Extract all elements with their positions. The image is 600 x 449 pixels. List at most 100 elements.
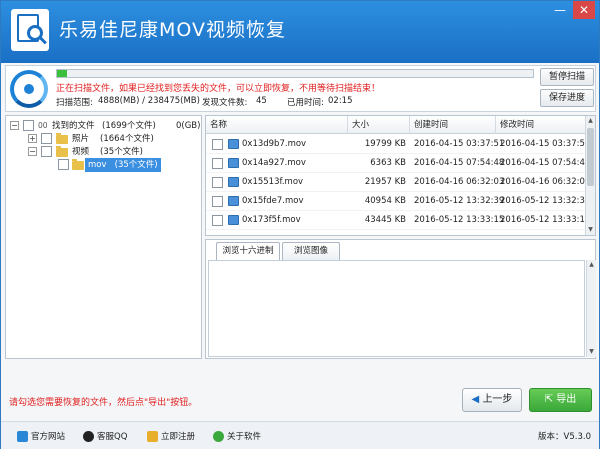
video-file-icon (228, 177, 239, 187)
expand-icon[interactable]: + (28, 134, 37, 143)
file-size: 19799 KB (364, 139, 406, 149)
scan-spinner-icon (10, 70, 48, 108)
file-created: 2016-05-12 13:32:39 (414, 196, 505, 206)
save-progress-button[interactable]: 保存进度 (540, 89, 594, 107)
file-modified: 2016-04-15 03:37:51 (500, 139, 591, 149)
file-row[interactable]: 0x14a927.mov 6363 KB 2016-04-15 07:54:48 20… (206, 154, 590, 173)
file-name: 0x13d9b7.mov (242, 139, 307, 149)
scan-range-value: 4888(MB) / 238475(MB) (98, 96, 200, 106)
folder-tree[interactable]: − 00 找到的文件 (1699个文件) 0(GB) + 照片 (1664个文件… (5, 115, 202, 359)
file-row[interactable]: 0x15513f.mov 21957 KB 2016-04-16 06:32:03 2… (206, 173, 590, 192)
globe-icon (17, 431, 28, 442)
video-file-icon (228, 139, 239, 149)
footer-bar: 官方网站 客服QQ 立即注册 关于软件 版本：V5.3.0 (1, 421, 599, 449)
pause-scan-button[interactable]: 暂停扫描 (540, 68, 594, 86)
file-modified: 2016-05-12 13:33:15 (500, 215, 591, 225)
tree-root-prefix: 00 (38, 121, 48, 130)
tree-root-label: 找到的文件 (52, 121, 95, 131)
about-label: 关于软件 (227, 432, 262, 442)
column-created[interactable]: 创建时间 (410, 116, 496, 134)
file-list-scrollbar[interactable]: ▲ ▼ (585, 116, 595, 235)
file-created: 2016-04-16 06:32:03 (414, 177, 505, 187)
scroll-up-icon[interactable]: ▲ (586, 116, 595, 126)
file-list[interactable]: 名称 大小 创建时间 修改时间 0x13d9b7.mov 19799 KB 2016… (205, 115, 596, 236)
register-link[interactable]: 立即注册 (147, 430, 195, 444)
tree-root-size: 0(GB) (176, 121, 201, 131)
elapsed-time-value: 02:15 (328, 96, 353, 106)
file-name: 0x15fde7.mov (242, 196, 304, 206)
file-checkbox[interactable] (212, 196, 223, 207)
app-title: 乐易佳尼康MOV视频恢复 (59, 19, 287, 41)
file-created: 2016-04-15 07:54:48 (414, 158, 505, 168)
file-row[interactable]: 0x13d9b7.mov 19799 KB 2016-04-15 03:37:51 2… (206, 135, 590, 154)
tree-node-mov[interactable]: mov (35个文件) (10, 158, 200, 172)
scan-message: 正在扫描文件，如果已经找到您丢失的文件，可以立即恢复，不用等待扫描结束！ (56, 84, 381, 94)
previous-step-label: 上一步 (482, 394, 513, 405)
close-button[interactable]: ✕ (573, 1, 595, 19)
file-row[interactable]: 0x173f5f.mov 43445 KB 2016-05-12 13:33:15 2… (206, 211, 590, 230)
export-button[interactable]: ⇱ 导出 (529, 388, 592, 412)
file-name: 0x14a927.mov (242, 158, 306, 168)
tree-checkbox-mov[interactable] (58, 159, 69, 170)
minimize-button[interactable]: — (549, 1, 571, 19)
column-name[interactable]: 名称 (206, 116, 348, 134)
about-link[interactable]: 关于软件 (213, 430, 261, 444)
video-file-icon (228, 158, 239, 168)
scroll-down-icon[interactable]: ▼ (587, 347, 596, 357)
tree-node-photos[interactable]: + 照片 (1664个文件) (10, 132, 200, 146)
video-file-icon (228, 215, 239, 225)
tree-photos-label: 照片 (72, 134, 90, 144)
preview-scrollbar[interactable]: ▲ ▼ (586, 260, 596, 357)
qq-label: 客服QQ (97, 432, 128, 442)
file-size: 21957 KB (364, 177, 406, 187)
file-created: 2016-05-12 13:33:15 (414, 215, 505, 225)
tab-image-view[interactable]: 浏览图像 (282, 242, 340, 260)
export-icon: ⇱ (544, 394, 554, 405)
file-modified: 2016-04-15 07:54:48 (500, 158, 591, 168)
file-checkbox[interactable] (212, 215, 223, 226)
scroll-up-icon[interactable]: ▲ (587, 260, 596, 270)
file-list-header: 名称 大小 创建时间 修改时间 (206, 116, 586, 134)
found-files-label: 发现文件数: (202, 98, 248, 108)
collapse-icon[interactable]: − (10, 121, 19, 130)
file-checkbox[interactable] (212, 139, 223, 150)
column-modified[interactable]: 修改时间 (496, 116, 586, 134)
file-modified: 2016-04-16 06:32:03 (500, 177, 591, 187)
folder-icon (56, 133, 68, 144)
tree-node-root[interactable]: − 00 找到的文件 (1699个文件) 0(GB) (10, 119, 200, 133)
qq-penguin-icon (83, 431, 94, 442)
file-name: 0x15513f.mov (242, 177, 304, 187)
register-label: 立即注册 (161, 432, 196, 442)
tree-checkbox-videos[interactable] (41, 146, 52, 157)
scrollbar-thumb[interactable] (587, 128, 594, 186)
folder-icon (56, 146, 68, 157)
video-file-icon (228, 196, 239, 206)
preview-pane: 浏览十六进制 浏览图像 ▲ ▼ (205, 239, 596, 359)
instruction-hint: 请勾选您需要恢复的文件，然后点"导出"按钮。 (9, 398, 198, 408)
tree-root-count: (1699个文件) (102, 121, 156, 131)
tree-videos-label: 视频 (72, 147, 90, 157)
found-files-value: 45 (256, 96, 267, 106)
file-checkbox[interactable] (212, 177, 223, 188)
column-size[interactable]: 大小 (348, 116, 410, 134)
file-checkbox[interactable] (212, 158, 223, 169)
tab-hex-view[interactable]: 浏览十六进制 (216, 242, 280, 261)
collapse-icon[interactable]: − (28, 147, 37, 156)
arrow-left-icon: ◀ (471, 394, 480, 405)
file-modified: 2016-05-12 13:32:39 (500, 196, 591, 206)
tree-node-videos[interactable]: − 视频 (35个文件) (10, 145, 200, 159)
preview-area (208, 260, 585, 357)
qq-support-link[interactable]: 客服QQ (83, 430, 127, 444)
file-size: 40954 KB (364, 196, 406, 206)
tree-mov-label: mov (35个文件) (85, 158, 161, 172)
website-label: 官方网站 (31, 432, 66, 442)
file-row[interactable]: 0x15fde7.mov 40954 KB 2016-05-12 13:32:39 2… (206, 192, 590, 211)
scroll-down-icon[interactable]: ▼ (586, 225, 595, 235)
version-value: V5.3.0 (563, 432, 591, 442)
tree-checkbox-photos[interactable] (41, 133, 52, 144)
title-bar: 乐易佳尼康MOV视频恢复 — ✕ (1, 1, 599, 63)
website-link[interactable]: 官方网站 (17, 430, 65, 444)
folder-icon (72, 159, 84, 170)
tree-checkbox-root[interactable] (23, 120, 34, 131)
previous-step-button[interactable]: ◀ 上一步 (462, 388, 522, 412)
